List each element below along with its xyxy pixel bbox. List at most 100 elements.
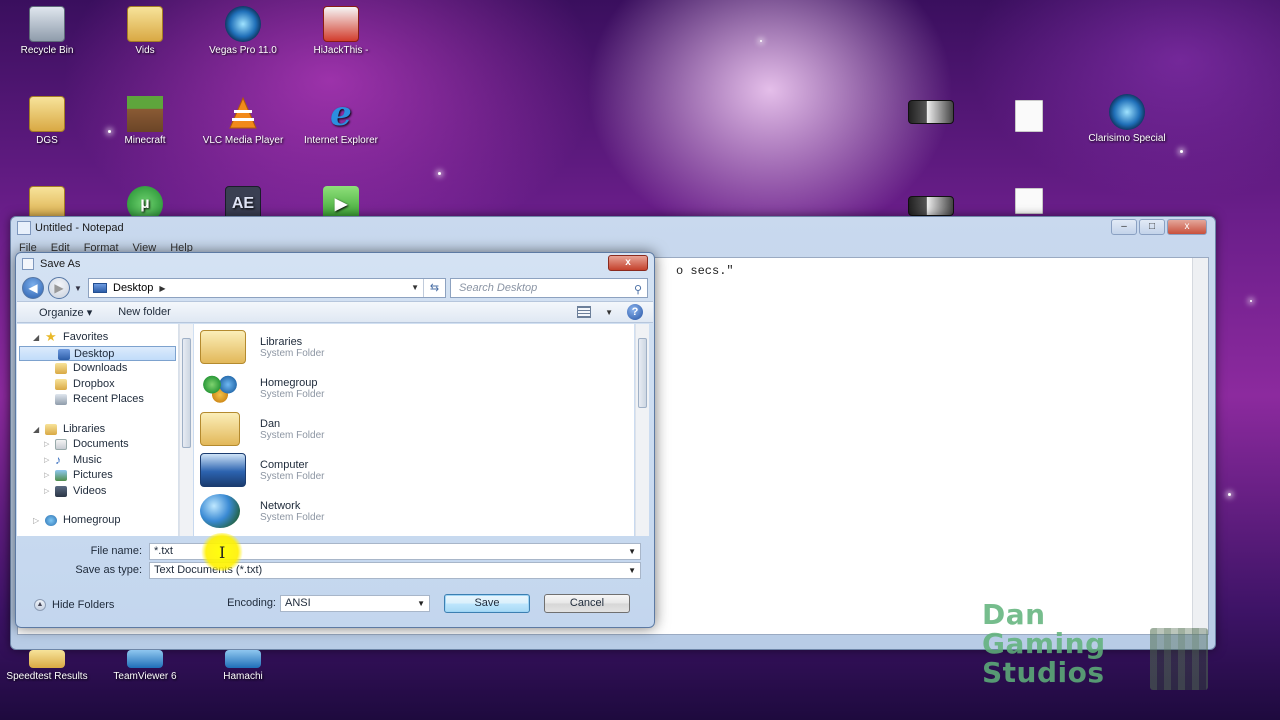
documents-icon	[55, 439, 67, 450]
search-placeholder: Search Desktop	[459, 282, 538, 294]
watermark-line: Studios	[982, 656, 1105, 689]
chevron-down-icon[interactable]: ▼	[417, 596, 425, 611]
view-options-icon[interactable]	[577, 306, 592, 318]
recent-locations-dropdown[interactable]: ▼	[74, 284, 84, 293]
star-icon: ★	[45, 329, 57, 344]
file-name: Libraries	[260, 336, 303, 348]
minecraft-icon	[127, 96, 163, 132]
watermark-line: Dan	[982, 598, 1046, 631]
desktop-icon-vlc[interactable]: VLC Media Player	[198, 96, 288, 146]
desktop-icon-minecraft[interactable]: Minecraft	[100, 96, 190, 146]
chevron-down-icon[interactable]: ▼	[628, 563, 636, 578]
expand-icon[interactable]: ▷	[44, 453, 49, 469]
nav-item-dropbox[interactable]: Dropbox	[17, 377, 178, 393]
nav-group-favorites[interactable]: ◢ ★ Favorites	[17, 329, 178, 346]
desktop-icon-label: Internet Explorer	[304, 135, 378, 146]
organize-button[interactable]: Organize ▾	[39, 306, 92, 319]
chevron-down-icon[interactable]: ▼	[605, 308, 613, 317]
desktop-icon-screenshot-1[interactable]	[886, 100, 976, 127]
hide-folders-button[interactable]: ▲ Hide Folders	[34, 599, 114, 611]
desktop-icon-clarisimo[interactable]: Clarisimo Special	[1082, 94, 1172, 144]
cancel-button[interactable]: Cancel	[544, 594, 630, 613]
desktop-icon-label: Minecraft	[124, 135, 166, 146]
desktop-icon-label: Hamachi	[223, 671, 263, 682]
notepad-icon	[17, 221, 31, 235]
file-item-network[interactable]: Network System Folder	[200, 494, 500, 532]
collapse-icon[interactable]: ◢	[33, 422, 39, 438]
desktop-icon-label: TeamViewer 6	[113, 671, 177, 682]
navigation-pane-scrollbar[interactable]	[179, 324, 193, 536]
music-icon: ♪	[55, 452, 61, 467]
file-item-libraries[interactable]: Libraries System Folder	[200, 330, 500, 368]
desktop-location-icon	[93, 283, 107, 293]
notepad-scrollbar[interactable]	[1192, 258, 1208, 634]
refresh-icon[interactable]: ⇆	[423, 279, 445, 297]
expand-icon[interactable]: ▷	[44, 437, 49, 453]
nav-item-desktop[interactable]: Desktop	[19, 345, 176, 361]
desktop-icon-text-file-2[interactable]	[984, 188, 1074, 217]
encoding-select[interactable]: ANSI ▼	[280, 595, 430, 612]
expand-icon[interactable]: ▷	[44, 484, 49, 500]
desktop-icon-ie[interactable]: e Internet Explorer	[296, 94, 386, 146]
nav-group-label: Libraries	[63, 422, 106, 435]
expand-icon[interactable]: ▷	[33, 513, 39, 529]
scrollbar-thumb[interactable]	[638, 338, 647, 408]
star	[760, 40, 762, 42]
file-name-label: File name:	[90, 545, 142, 557]
maximize-button[interactable]: □	[1139, 219, 1165, 235]
document-icon	[1015, 188, 1043, 214]
dialog-close-button[interactable]: x	[608, 255, 648, 271]
nav-item-downloads[interactable]: Downloads	[17, 361, 178, 377]
desktop-icon-hijackthis[interactable]: HiJackThis -	[296, 6, 386, 56]
nav-item-documents[interactable]: ▷ Documents	[17, 437, 178, 453]
nav-item-recent-places[interactable]: Recent Places	[17, 392, 178, 408]
address-bar[interactable]: Desktop ▶ ▼ ⇆	[88, 278, 446, 298]
desktop-icon-label: VLC Media Player	[202, 135, 284, 146]
back-button[interactable]: ◀	[22, 277, 44, 299]
help-icon[interactable]: ?	[627, 304, 643, 320]
desktop-icon	[58, 348, 70, 360]
collapse-icon[interactable]: ◢	[33, 330, 39, 346]
dialog-icon	[22, 258, 34, 270]
watermark-line: Gaming	[982, 627, 1106, 660]
file-item-dan[interactable]: Dan System Folder	[200, 412, 500, 450]
new-folder-button[interactable]: New folder	[118, 306, 171, 318]
dialog-titlebar[interactable]: Save As x	[16, 253, 654, 275]
notepad-titlebar[interactable]: Untitled - Notepad – □ x	[11, 217, 1215, 239]
scrollbar-thumb[interactable]	[182, 338, 191, 448]
desktop-icon-dgs[interactable]: DGS	[2, 96, 92, 146]
nav-item-label: Pictures	[73, 469, 113, 481]
folder-icon	[127, 6, 163, 42]
desktop-icon-text-file-1[interactable]	[984, 100, 1074, 135]
desktop-icon-teamviewer[interactable]: TeamViewer 6	[100, 650, 190, 682]
nav-item-label: Downloads	[73, 362, 128, 374]
desktop-icon-recycle-bin[interactable]: Recycle Bin	[2, 6, 92, 56]
forward-button[interactable]: ▶	[48, 277, 70, 299]
file-item-computer[interactable]: Computer System Folder	[200, 453, 500, 491]
expand-icon[interactable]: ▷	[44, 468, 49, 484]
homegroup-icon	[45, 515, 57, 526]
close-button[interactable]: x	[1167, 219, 1207, 235]
minimize-button[interactable]: –	[1111, 219, 1137, 235]
chevron-down-icon[interactable]: ▼	[411, 283, 419, 292]
file-list-scrollbar[interactable]	[635, 324, 649, 536]
file-item-homegroup[interactable]: Homegroup System Folder	[200, 371, 500, 409]
nav-group-libraries[interactable]: ◢ Libraries	[17, 422, 178, 438]
chevron-down-icon[interactable]: ▼	[628, 544, 636, 559]
nav-group-homegroup[interactable]: ▷ Homegroup	[17, 513, 178, 529]
search-input[interactable]: Search Desktop ⚲	[450, 278, 648, 298]
desktop-icon-vegas[interactable]: Vegas Pro 11.0	[198, 6, 288, 56]
save-as-dialog[interactable]: Save As x ◀ ▶ ▼ Desktop ▶ ▼ ⇆ Search Des…	[15, 252, 655, 628]
teamviewer-icon	[127, 650, 163, 668]
desktop-icon-vids[interactable]: Vids	[100, 6, 190, 56]
nav-item-pictures[interactable]: ▷ Pictures	[17, 468, 178, 484]
save-button[interactable]: Save	[444, 594, 530, 613]
desktop-icon-speedtest[interactable]: Speedtest Results	[2, 650, 92, 682]
nav-group-label: Favorites	[63, 331, 109, 343]
nav-item-music[interactable]: ▷ ♪ Music	[17, 453, 178, 469]
window-controls: – □ x	[1111, 219, 1207, 235]
desktop-icon-hamachi[interactable]: Hamachi	[198, 650, 288, 682]
nav-item-videos[interactable]: ▷ Videos	[17, 484, 178, 500]
dialog-title: Save As	[40, 258, 81, 270]
chevron-right-icon[interactable]: ▶	[159, 284, 165, 293]
